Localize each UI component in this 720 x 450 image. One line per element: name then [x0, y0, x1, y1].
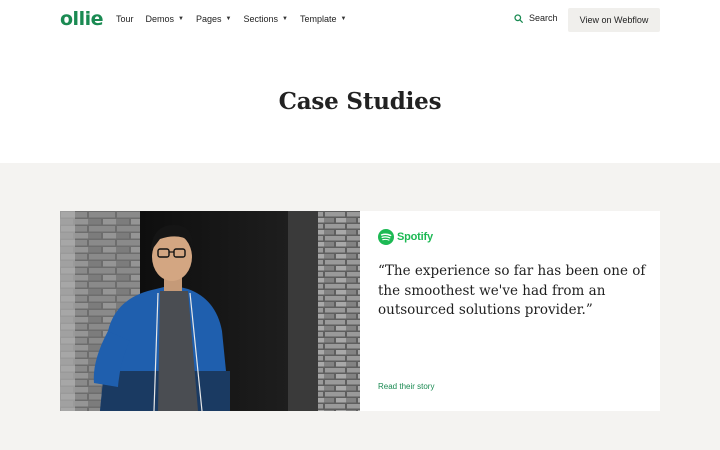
search-button[interactable]: Search: [514, 13, 558, 23]
spotify-logo-icon: [378, 229, 394, 245]
case-study-photo: [60, 211, 360, 411]
site-header: ollie Tour Demos ▼ Pages ▼ Sections ▼ Te…: [0, 0, 720, 40]
nav-item-label: Demos: [145, 14, 175, 24]
page-title: Case Studies: [278, 88, 442, 115]
nav-item-pages[interactable]: Pages ▼: [196, 14, 231, 24]
caret-down-icon: ▼: [225, 16, 232, 22]
search-label: Search: [529, 13, 558, 23]
search-icon: [514, 13, 523, 23]
caret-down-icon: ▼: [340, 16, 347, 22]
nav-item-template[interactable]: Template ▼: [300, 14, 346, 24]
nav-item-label: Template: [299, 14, 337, 24]
person-photo-image: [60, 211, 360, 411]
case-study-content: Spotify “The experience so far has been …: [360, 211, 660, 411]
read-their-story-link[interactable]: Read their story: [378, 382, 434, 391]
caret-down-icon: ▼: [178, 16, 184, 22]
nav-item-demos[interactable]: Demos ▼: [146, 14, 184, 24]
case-study-card: Spotify “The experience so far has been …: [60, 211, 660, 411]
nav-item-label: Sections: [243, 14, 278, 24]
nav-item-label: Tour: [116, 14, 134, 24]
brand-name: Spotify: [397, 231, 433, 243]
testimonial-quote: “The experience so far has been one of t…: [378, 263, 646, 318]
main-nav: Tour Demos ▼ Pages ▼ Sections ▼ Template…: [116, 14, 358, 24]
logo[interactable]: ollie: [60, 8, 103, 30]
nav-item-sections[interactable]: Sections ▼: [243, 14, 287, 24]
nav-item-tour[interactable]: Tour: [116, 14, 134, 24]
view-on-webflow-button[interactable]: View on Webflow: [568, 8, 660, 32]
spotify-logo: Spotify: [378, 229, 433, 245]
nav-item-label: Pages: [195, 14, 222, 24]
caret-down-icon: ▼: [282, 16, 288, 22]
